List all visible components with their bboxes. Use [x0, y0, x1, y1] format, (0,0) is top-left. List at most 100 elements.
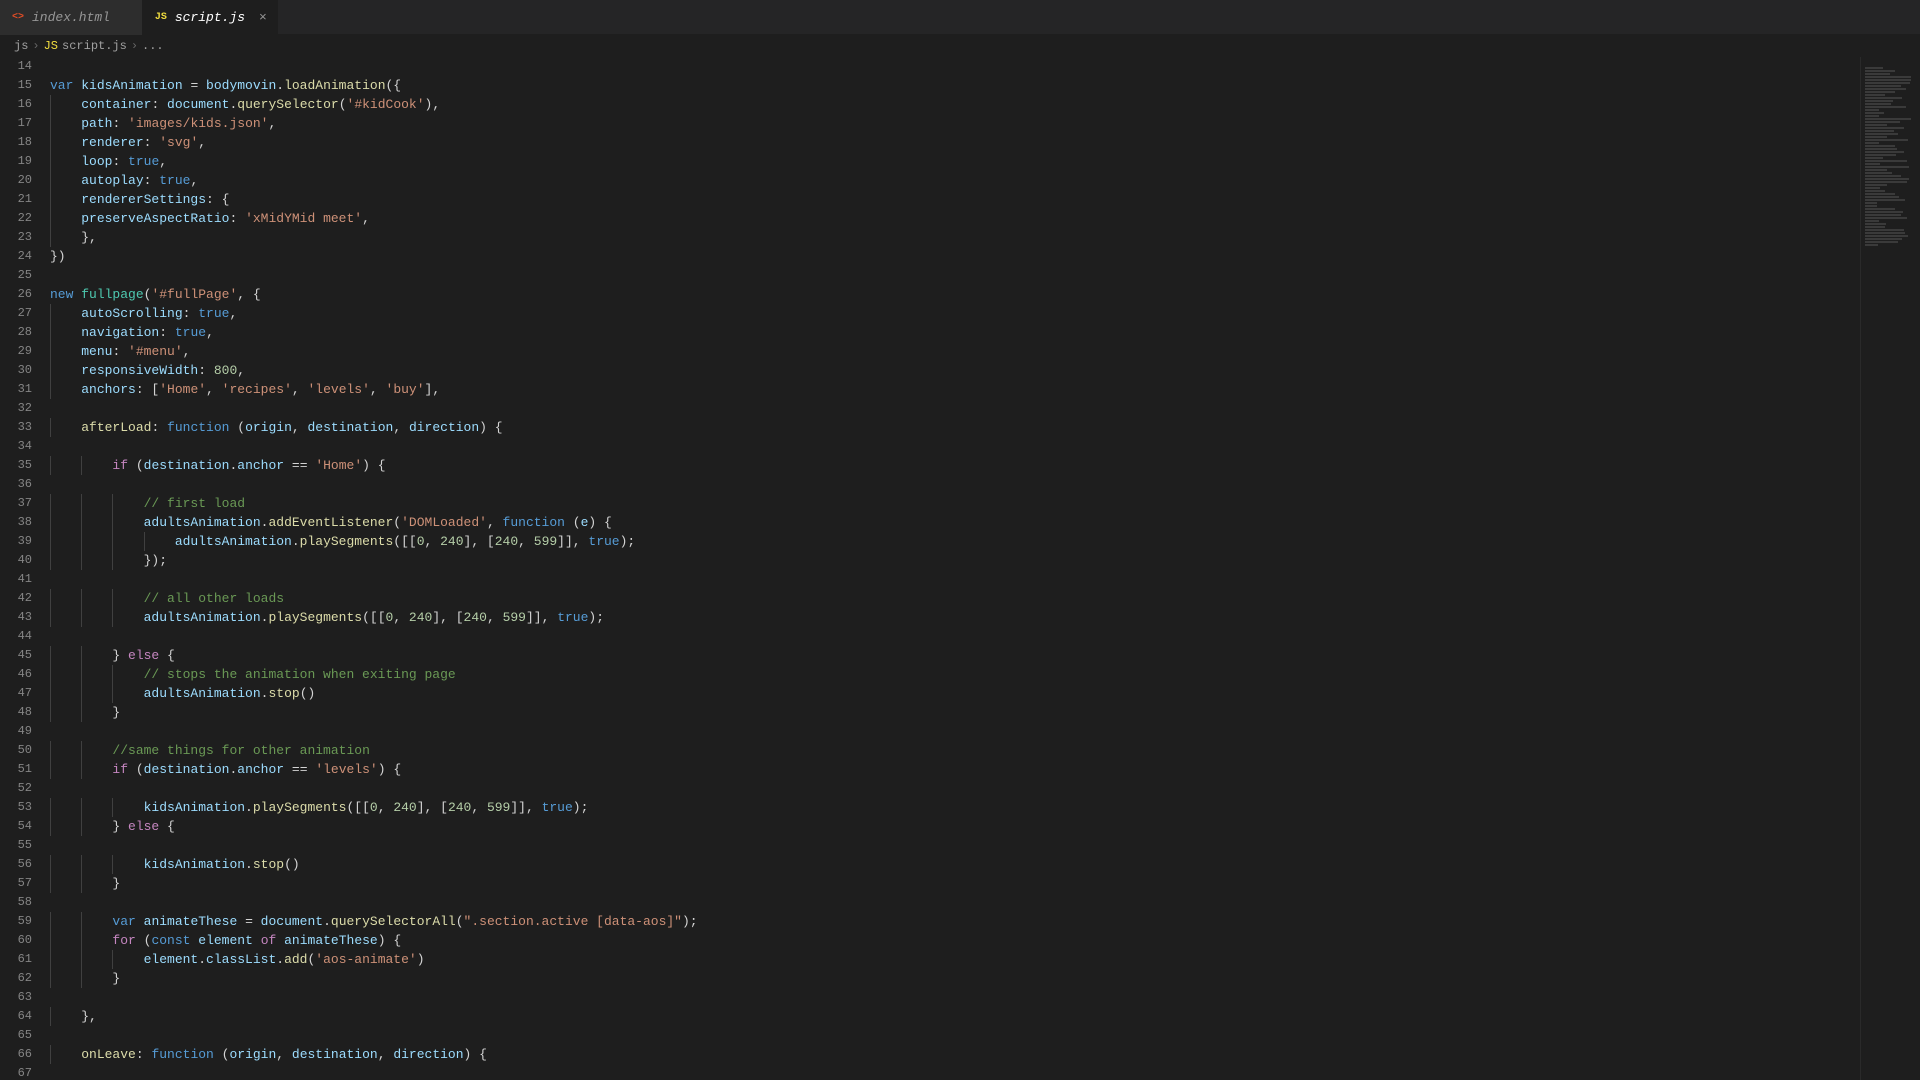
code-line[interactable]: path: 'images/kids.json',: [50, 114, 1860, 133]
line-number: 39: [0, 532, 32, 551]
indent-guide: [112, 608, 113, 627]
line-number: 15: [0, 76, 32, 95]
code-line[interactable]: if (destination.anchor == 'Home') {: [50, 456, 1860, 475]
minimap-line: [1865, 151, 1904, 153]
code-line[interactable]: [50, 475, 1860, 494]
code-line[interactable]: [50, 266, 1860, 285]
code-line[interactable]: // all other loads: [50, 589, 1860, 608]
minimap-line: [1865, 115, 1879, 117]
indent-guide: [50, 209, 51, 228]
code-line[interactable]: [50, 570, 1860, 589]
indent-guide: [50, 741, 51, 760]
code-content[interactable]: var kidsAnimation = bodymovin.loadAnimat…: [50, 57, 1860, 1080]
code-line[interactable]: kidsAnimation.playSegments([[0, 240], [2…: [50, 798, 1860, 817]
code-line[interactable]: anchors: ['Home', 'recipes', 'levels', '…: [50, 380, 1860, 399]
line-number: 41: [0, 570, 32, 589]
minimap-line: [1865, 154, 1896, 156]
code-line[interactable]: [50, 57, 1860, 76]
code-line[interactable]: afterLoad: function (origin, destination…: [50, 418, 1860, 437]
code-line[interactable]: },: [50, 228, 1860, 247]
code-line[interactable]: } else {: [50, 817, 1860, 836]
code-line[interactable]: // stops the animation when exiting page: [50, 665, 1860, 684]
code-line[interactable]: preserveAspectRatio: 'xMidYMid meet',: [50, 209, 1860, 228]
code-line[interactable]: for (const element of animateThese) {: [50, 931, 1860, 950]
code-line[interactable]: [50, 988, 1860, 1007]
code-line[interactable]: },: [50, 1007, 1860, 1026]
minimap-line: [1865, 175, 1901, 177]
line-number: 46: [0, 665, 32, 684]
code-line[interactable]: }: [50, 703, 1860, 722]
code-line[interactable]: adultsAnimation.addEventListener('DOMLoa…: [50, 513, 1860, 532]
code-line[interactable]: [50, 1064, 1860, 1080]
code-line[interactable]: renderer: 'svg',: [50, 133, 1860, 152]
breadcrumb-folder[interactable]: js: [14, 39, 28, 53]
code-line[interactable]: onLeave: function (origin, destination, …: [50, 1045, 1860, 1064]
code-line[interactable]: [50, 399, 1860, 418]
code-line[interactable]: autoplay: true,: [50, 171, 1860, 190]
code-line[interactable]: }): [50, 247, 1860, 266]
code-line[interactable]: [50, 1026, 1860, 1045]
indent-guide: [50, 646, 51, 665]
code-line[interactable]: [50, 893, 1860, 912]
indent-guide: [81, 703, 82, 722]
minimap-line: [1865, 196, 1899, 198]
minimap-line: [1865, 190, 1885, 192]
code-line[interactable]: }: [50, 969, 1860, 988]
tab-label: index.html: [32, 10, 110, 25]
minimap[interactable]: [1860, 57, 1920, 1080]
code-editor[interactable]: 1415161718192021222324252627282930313233…: [0, 57, 1860, 1080]
minimap-line: [1865, 82, 1910, 84]
code-line[interactable]: responsiveWidth: 800,: [50, 361, 1860, 380]
indent-guide: [50, 190, 51, 209]
code-line[interactable]: rendererSettings: {: [50, 190, 1860, 209]
code-line[interactable]: } else {: [50, 646, 1860, 665]
breadcrumb: js › JS script.js › ...: [0, 35, 1920, 57]
indent-guide: [50, 133, 51, 152]
line-number: 20: [0, 171, 32, 190]
code-line[interactable]: [50, 722, 1860, 741]
code-line[interactable]: if (destination.anchor == 'levels') {: [50, 760, 1860, 779]
breadcrumb-symbol[interactable]: ...: [142, 39, 164, 53]
indent-guide: [81, 684, 82, 703]
code-line[interactable]: });: [50, 551, 1860, 570]
line-number: 49: [0, 722, 32, 741]
code-line[interactable]: [50, 437, 1860, 456]
close-icon[interactable]: ×: [259, 10, 267, 25]
minimap-line: [1865, 91, 1895, 93]
code-line[interactable]: [50, 836, 1860, 855]
indent-guide: [50, 418, 51, 437]
code-line[interactable]: new fullpage('#fullPage', {: [50, 285, 1860, 304]
tab-script-js[interactable]: JSscript.js×: [143, 0, 278, 35]
indent-guide: [81, 798, 82, 817]
code-line[interactable]: adultsAnimation.playSegments([[0, 240], …: [50, 532, 1860, 551]
indent-guide: [50, 760, 51, 779]
code-line[interactable]: autoScrolling: true,: [50, 304, 1860, 323]
code-line[interactable]: adultsAnimation.playSegments([[0, 240], …: [50, 608, 1860, 627]
indent-guide: [112, 513, 113, 532]
code-line[interactable]: adultsAnimation.stop(): [50, 684, 1860, 703]
indent-guide: [50, 912, 51, 931]
code-line[interactable]: //same things for other animation: [50, 741, 1860, 760]
code-line[interactable]: }: [50, 874, 1860, 893]
minimap-line: [1865, 112, 1884, 114]
code-line[interactable]: element.classList.add('aos-animate'): [50, 950, 1860, 969]
code-line[interactable]: var animateThese = document.querySelecto…: [50, 912, 1860, 931]
code-line[interactable]: loop: true,: [50, 152, 1860, 171]
code-line[interactable]: container: document.querySelector('#kidC…: [50, 95, 1860, 114]
code-line[interactable]: [50, 627, 1860, 646]
line-number: 60: [0, 931, 32, 950]
code-line[interactable]: [50, 779, 1860, 798]
indent-guide: [81, 760, 82, 779]
breadcrumb-file[interactable]: script.js: [62, 39, 127, 53]
tab-index-html[interactable]: <>index.html×: [0, 0, 143, 35]
code-line[interactable]: navigation: true,: [50, 323, 1860, 342]
code-line[interactable]: // first load: [50, 494, 1860, 513]
minimap-line: [1865, 244, 1878, 246]
code-line[interactable]: kidsAnimation.stop(): [50, 855, 1860, 874]
code-line[interactable]: menu: '#menu',: [50, 342, 1860, 361]
indent-guide: [81, 874, 82, 893]
indent-guide: [50, 665, 51, 684]
minimap-line: [1865, 67, 1883, 69]
minimap-line: [1865, 238, 1902, 240]
code-line[interactable]: var kidsAnimation = bodymovin.loadAnimat…: [50, 76, 1860, 95]
